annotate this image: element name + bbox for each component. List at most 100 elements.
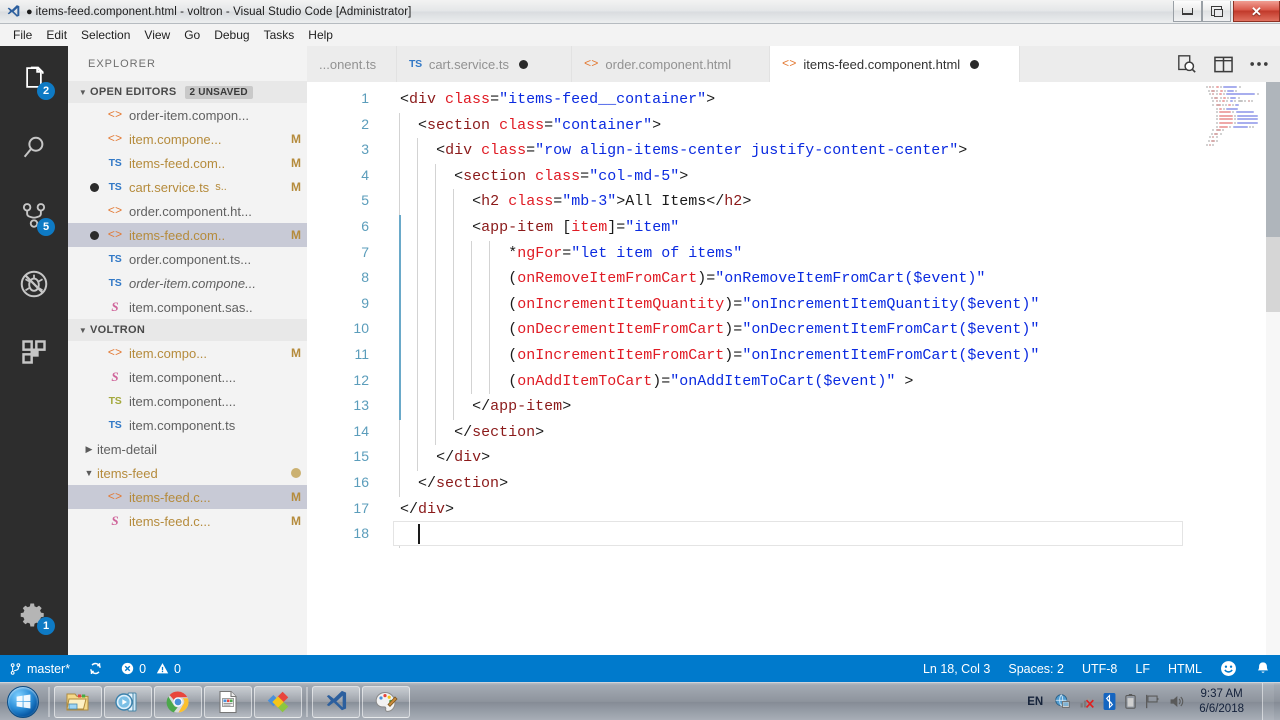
code-line[interactable]: </app-item> xyxy=(472,394,571,420)
code-line[interactable]: </div> xyxy=(436,445,490,471)
open-preview-icon[interactable] xyxy=(1176,53,1198,75)
status-feedback[interactable] xyxy=(1211,655,1246,682)
code-line[interactable]: <section class="col-md-5"> xyxy=(454,164,688,190)
minimap-line xyxy=(1210,96,1213,99)
editor-tab[interactable]: <> items-feed.component.html xyxy=(770,46,1020,82)
menu-item-view[interactable]: View xyxy=(137,27,177,43)
code-line[interactable]: <app-item [item]="item" xyxy=(472,215,679,241)
file-row[interactable]: Sitems-feed.c... M xyxy=(68,509,307,533)
editor-tab[interactable]: <> order.component.html xyxy=(572,46,770,82)
taskbar-button-diamonds[interactable] xyxy=(254,685,302,718)
status-encoding[interactable]: UTF-8 xyxy=(1073,655,1126,682)
sidebar-section-open-editors[interactable]: ▼ OPEN EDITORS 2 UNSAVED xyxy=(68,81,307,103)
file-row[interactable]: TS item.component.ts xyxy=(68,413,307,437)
file-row[interactable]: <> items-feed.com.. M xyxy=(68,223,307,247)
code-line[interactable]: (onIncrementItemQuantity)="onIncrementIt… xyxy=(508,292,1039,318)
flag-icon[interactable] xyxy=(1144,694,1161,709)
network-icon[interactable] xyxy=(1054,693,1071,710)
taskbar-button-paint[interactable] xyxy=(362,685,410,718)
file-row[interactable]: TS order.component.ts... xyxy=(68,247,307,271)
editor-tab[interactable]: ...onent.ts xyxy=(307,46,397,82)
activitybar-item-explorer[interactable]: 2 xyxy=(0,46,68,114)
code-token-punct: = xyxy=(553,193,563,211)
indent-guide xyxy=(489,317,491,343)
tray-language[interactable]: EN xyxy=(1027,696,1043,708)
taskbar-clock[interactable]: 9:37 AM 6/6/2018 xyxy=(1192,687,1251,716)
folder-row[interactable]: ▶ item-detail xyxy=(68,437,307,461)
file-row[interactable]: <> item.compo... M xyxy=(68,341,307,365)
bluetooth-icon[interactable] xyxy=(1102,693,1117,710)
menu-item-debug[interactable]: Debug xyxy=(207,27,256,43)
code-line[interactable]: (onAddItemToCart)="onAddItemToCart($even… xyxy=(508,369,913,395)
battery-icon[interactable] xyxy=(1124,693,1137,710)
taskbar-button-explorer[interactable] xyxy=(54,685,102,718)
code-token-tag: div xyxy=(454,449,482,467)
menu-item-edit[interactable]: Edit xyxy=(39,27,74,43)
editor-scrollbar-thumb[interactable] xyxy=(1266,82,1280,237)
code-line[interactable]: *ngFor="let item of items" xyxy=(508,241,742,267)
restore-button[interactable] xyxy=(1202,1,1231,22)
volume-icon[interactable] xyxy=(1168,693,1185,710)
file-row[interactable]: <> order-item.compon... xyxy=(68,103,307,127)
activitybar-item-debug[interactable] xyxy=(0,250,68,318)
status-indentation[interactable]: Spaces: 2 xyxy=(999,655,1073,682)
code-line[interactable]: <div class="items-feed__container"> xyxy=(400,87,715,113)
menu-item-selection[interactable]: Selection xyxy=(74,27,137,43)
taskbar-button-vscode[interactable] xyxy=(312,685,360,718)
file-row[interactable]: TS order-item.compone... xyxy=(68,271,307,295)
code-line[interactable]: <div class="row align-items-center justi… xyxy=(436,138,967,164)
code-line[interactable]: (onRemoveItemFromCart)="onRemoveItemFrom… xyxy=(508,266,985,292)
minimize-button[interactable] xyxy=(1173,1,1202,22)
status-branch[interactable]: master* xyxy=(0,655,79,682)
activitybar-item-search[interactable] xyxy=(0,114,68,182)
split-editor-icon[interactable] xyxy=(1212,53,1234,75)
folder-row[interactable]: ▼ items-feed xyxy=(68,461,307,485)
file-row[interactable]: TS item.component.... xyxy=(68,389,307,413)
activitybar-item-settings[interactable]: 1 xyxy=(0,581,68,649)
file-row[interactable]: Sitem.component.sas.. xyxy=(68,295,307,319)
file-row[interactable]: <> items-feed.c... M xyxy=(68,485,307,509)
taskbar-button-media-player[interactable] xyxy=(104,685,152,718)
status-sync[interactable] xyxy=(79,655,112,682)
activitybar-item-source-control[interactable]: 5 xyxy=(0,182,68,250)
minimap[interactable] xyxy=(1200,82,1266,655)
close-button[interactable]: ✕ xyxy=(1233,1,1280,22)
indent-guide xyxy=(399,138,400,164)
code-line[interactable]: </div> xyxy=(400,497,454,523)
tab-unsaved-dot[interactable] xyxy=(970,59,980,69)
code-line[interactable]: </section> xyxy=(418,471,508,497)
activitybar-item-extensions[interactable] xyxy=(0,318,68,386)
status-problems[interactable]: 0 0 xyxy=(112,655,190,682)
signal-muted-icon[interactable] xyxy=(1078,693,1095,710)
start-button[interactable] xyxy=(1,684,45,720)
more-actions-icon[interactable] xyxy=(1248,53,1270,75)
code-line[interactable]: <h2 class="mb-3">All Items</h2> xyxy=(472,189,751,215)
show-desktop-button[interactable] xyxy=(1262,682,1274,720)
taskbar-button-chrome[interactable] xyxy=(154,685,202,718)
line-number: 11 xyxy=(354,346,369,362)
sidebar-section-voltron[interactable]: ▼ VOLTRON xyxy=(68,319,307,341)
menu-item-tasks[interactable]: Tasks xyxy=(257,27,302,43)
code-line[interactable]: (onIncrementItemFromCart)="onIncrementIt… xyxy=(508,343,1039,369)
status-cursor-position[interactable]: Ln 18, Col 3 xyxy=(914,655,999,682)
menu-item-file[interactable]: File xyxy=(6,27,39,43)
file-row[interactable]: TS cart.service.ts s.. M xyxy=(68,175,307,199)
status-notifications[interactable] xyxy=(1246,655,1280,682)
menu-item-go[interactable]: Go xyxy=(177,27,207,43)
editor-tab[interactable]: TS cart.service.ts xyxy=(397,46,572,82)
line-number: 13 xyxy=(353,397,369,414)
taskbar-button-document[interactable] xyxy=(204,685,252,718)
code-line[interactable]: <section class="container"> xyxy=(418,113,661,139)
file-row[interactable]: <> order.component.ht... xyxy=(68,199,307,223)
code-editor[interactable]: 1 <div class="items-feed__container"> 2 <se… xyxy=(307,82,1280,655)
menu-item-help[interactable]: Help xyxy=(301,27,340,43)
file-row[interactable]: TS items-feed.com.. M xyxy=(68,151,307,175)
code-line[interactable]: </section> xyxy=(454,420,544,446)
file-row[interactable]: Sitem.component.... xyxy=(68,365,307,389)
status-language-mode[interactable]: HTML xyxy=(1159,655,1211,682)
file-row[interactable]: <> item.compone... M xyxy=(68,127,307,151)
status-eol[interactable]: LF xyxy=(1126,655,1159,682)
tab-unsaved-dot[interactable] xyxy=(519,59,529,69)
code-line[interactable]: (onDecrementItemFromCart)="onDecrementIt… xyxy=(508,317,1039,343)
file-name: order-item.compon... xyxy=(129,107,249,123)
